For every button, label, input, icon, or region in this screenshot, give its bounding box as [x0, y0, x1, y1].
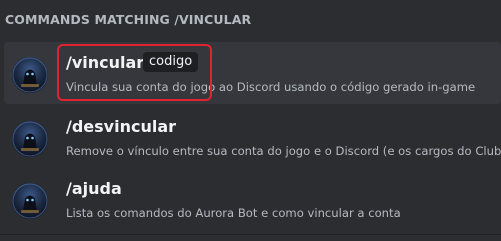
command-autocomplete-panel: COMMANDS MATCHING /VINCULAR /vincular co…: [0, 0, 501, 241]
command-description: Lista os comandos do Aurora Bot e como v…: [66, 206, 401, 220]
aurora-bot-avatar-icon: [12, 121, 48, 157]
aurora-bot-avatar-icon: [12, 183, 48, 219]
aurora-bot-avatar-icon: [12, 57, 48, 93]
annotation-highlight-box: [57, 44, 212, 101]
command-name: /ajuda: [66, 179, 122, 198]
panel-divider: [0, 234, 501, 235]
command-option-ajuda[interactable]: /ajuda Lista os comandos do Aurora Bot e…: [0, 168, 501, 230]
command-description: Remove o vínculo entre sua conta do jogo…: [66, 144, 501, 158]
autocomplete-header: COMMANDS MATCHING /VINCULAR: [5, 12, 252, 27]
command-name: /desvincular: [66, 117, 177, 136]
command-option-desvincular[interactable]: /desvincular Remove o vínculo entre sua …: [0, 106, 501, 168]
